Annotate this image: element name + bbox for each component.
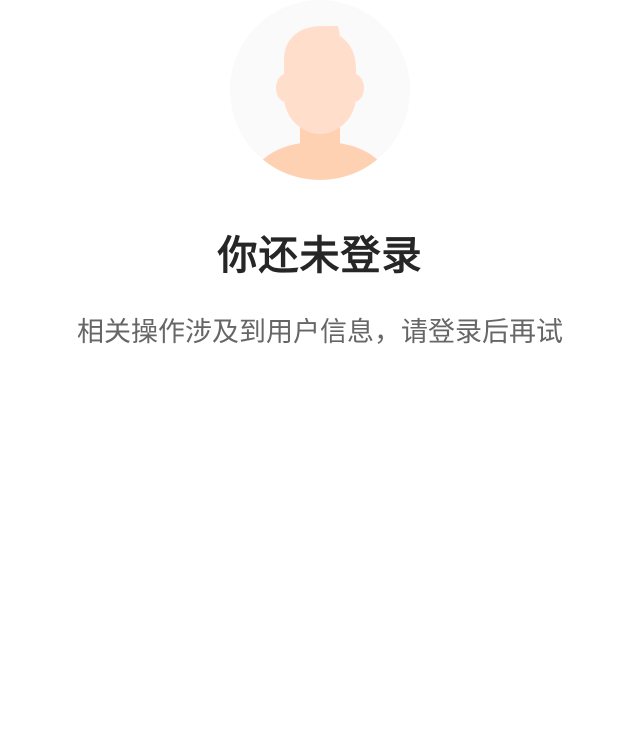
default-user-avatar-icon xyxy=(230,0,410,180)
login-required-title: 你还未登录 xyxy=(217,233,423,279)
login-required-message: 相关操作涉及到用户信息，请登录后再试 xyxy=(77,317,563,348)
